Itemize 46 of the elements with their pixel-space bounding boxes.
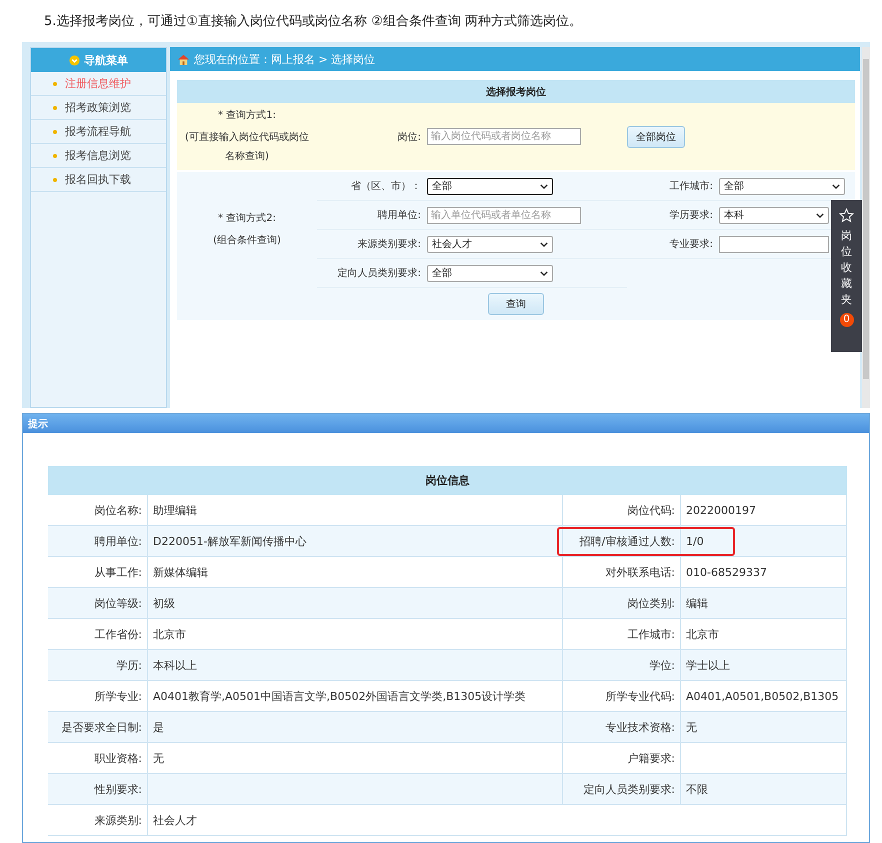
caret-icon [540,270,548,276]
input-field[interactable] [719,236,829,252]
dropdown[interactable]: 社会人才 [427,236,553,252]
search-button[interactable]: 查询 [488,293,544,315]
field-label: 岗位: [396,130,422,144]
field-label: 定向人员类别要求: [336,266,422,280]
method-label: * 查询方式2: [218,212,276,224]
caret-icon [832,184,840,188]
method-label: * 查询方式1: [218,108,276,122]
input-field[interactable]: 输入单位代码或者单位名称 [427,206,581,224]
field-label: 聘用单位: [376,208,422,222]
sidebar-item[interactable]: 报考信息浏览 [31,144,166,168]
all-positions-button[interactable]: 全部岗位 [627,126,685,148]
position-search-field[interactable]: 输入岗位代码或者岗位名称 [427,128,581,145]
dropdown[interactable]: 全部 [719,178,845,194]
sidebar-title: 导航菜单 [84,52,128,68]
table-cell: 社会人才 [148,805,847,836]
field-label: 专业要求: [668,238,714,251]
home-icon[interactable] [177,54,190,64]
caret-icon [816,212,824,218]
field-label: 工作城市: [668,180,714,193]
method-note: (可直接输入岗位代码或岗位名称查询) [184,130,310,164]
count-badge: 0 [840,312,854,327]
form-title: 选择报考岗位 [177,80,855,103]
table-cell: 来源类别: [48,805,148,836]
sidebar-item[interactable]: 招考政策浏览 [31,96,166,120]
favorites-panel[interactable]: 岗位收藏夹 0 [831,200,862,352]
field-label: 学历要求: [668,208,714,222]
caret-icon [540,184,548,188]
sidebar-item[interactable]: 报考流程导航 [31,120,166,144]
field-label: 省（区、市）： [350,180,422,193]
scrollbar[interactable] [862,47,870,408]
table-title: 岗位信息 [48,466,847,495]
collapse-icon[interactable] [69,54,80,66]
dialog-title: 提示 [28,418,48,430]
breadcrumb-text: 您现在的位置：网上报名 > 选择岗位 [194,52,376,66]
dropdown[interactable]: 本科 [719,206,829,224]
favorites-label: 岗位收藏夹 [841,228,852,308]
method-note: (组合条件查询) [212,234,282,248]
caption-text: 5.选择报考岗位，可通过①直接输入岗位代码或岗位名称 ②组合条件查询 两种方式筛选岗位。 [43,13,583,31]
sidebar-item[interactable]: 报名回执下载 [31,168,166,192]
dropdown[interactable]: 全部 [427,178,553,194]
caret-icon [540,242,548,246]
star-icon [839,208,854,223]
dropdown[interactable]: 全部 [427,264,553,282]
field-label: 来源类别要求: [356,238,422,251]
